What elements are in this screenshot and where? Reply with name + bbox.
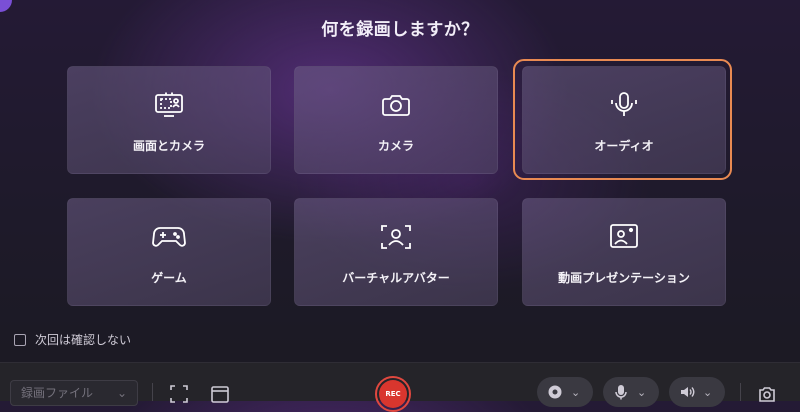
card-label: 画面とカメラ <box>132 139 205 153</box>
screenshot-icon[interactable] <box>756 383 778 405</box>
camera-icon <box>295 91 497 119</box>
microphone-icon <box>615 385 627 400</box>
divider <box>152 383 153 401</box>
dont-ask-label: 次回は確認しない <box>35 333 132 347</box>
dont-ask-option[interactable]: 次回は確認しない <box>14 331 131 348</box>
chevron-down-icon: ⌄ <box>571 385 581 399</box>
window-icon[interactable] <box>209 383 231 405</box>
chevron-down-icon: ⌄ <box>703 385 713 399</box>
app-logo <box>0 0 12 12</box>
bottom-toolbar: 録画ファイル ⌄ REC ⌄ ⌄ ⌄ <box>0 362 800 412</box>
card-video-presentation[interactable]: 動画プレゼンテーション <box>522 198 726 306</box>
card-virtual-avatar[interactable]: バーチャルアバター <box>294 198 498 306</box>
chevron-down-icon: ⌄ <box>637 385 647 399</box>
card-label: カメラ <box>377 139 414 153</box>
microphone-icon <box>523 91 725 119</box>
card-label: バーチャルアバター <box>342 271 450 285</box>
system-audio-toggle[interactable]: ⌄ <box>669 377 725 407</box>
avatar-icon <box>295 223 497 251</box>
record-button[interactable]: REC <box>375 376 411 412</box>
card-audio[interactable]: オーディオ <box>522 66 726 174</box>
card-game[interactable]: ゲーム <box>67 198 271 306</box>
presentation-icon <box>523 223 725 251</box>
card-label: オーディオ <box>594 139 654 153</box>
webcam-toggle[interactable]: ⌄ <box>537 377 593 407</box>
screen-camera-icon <box>68 91 270 119</box>
divider <box>740 383 741 401</box>
speaker-icon <box>681 387 695 397</box>
record-label: REC <box>379 380 407 408</box>
card-camera[interactable]: カメラ <box>294 66 498 174</box>
card-label: 動画プレゼンテーション <box>558 271 690 285</box>
microphone-toggle[interactable]: ⌄ <box>603 377 659 407</box>
card-screen-and-camera[interactable]: 画面とカメラ <box>67 66 271 174</box>
page-title: 何を録画しますか？ <box>321 20 479 40</box>
file-select[interactable]: 録画ファイル ⌄ <box>10 380 138 406</box>
gamepad-icon <box>68 223 270 251</box>
file-select-value: 録画ファイル <box>21 386 94 400</box>
dont-ask-checkbox[interactable] <box>14 333 26 346</box>
chevron-down-icon: ⌄ <box>116 386 127 400</box>
region-select-icon[interactable] <box>168 383 190 405</box>
card-label: ゲーム <box>151 271 187 285</box>
webcam-icon <box>548 385 562 399</box>
